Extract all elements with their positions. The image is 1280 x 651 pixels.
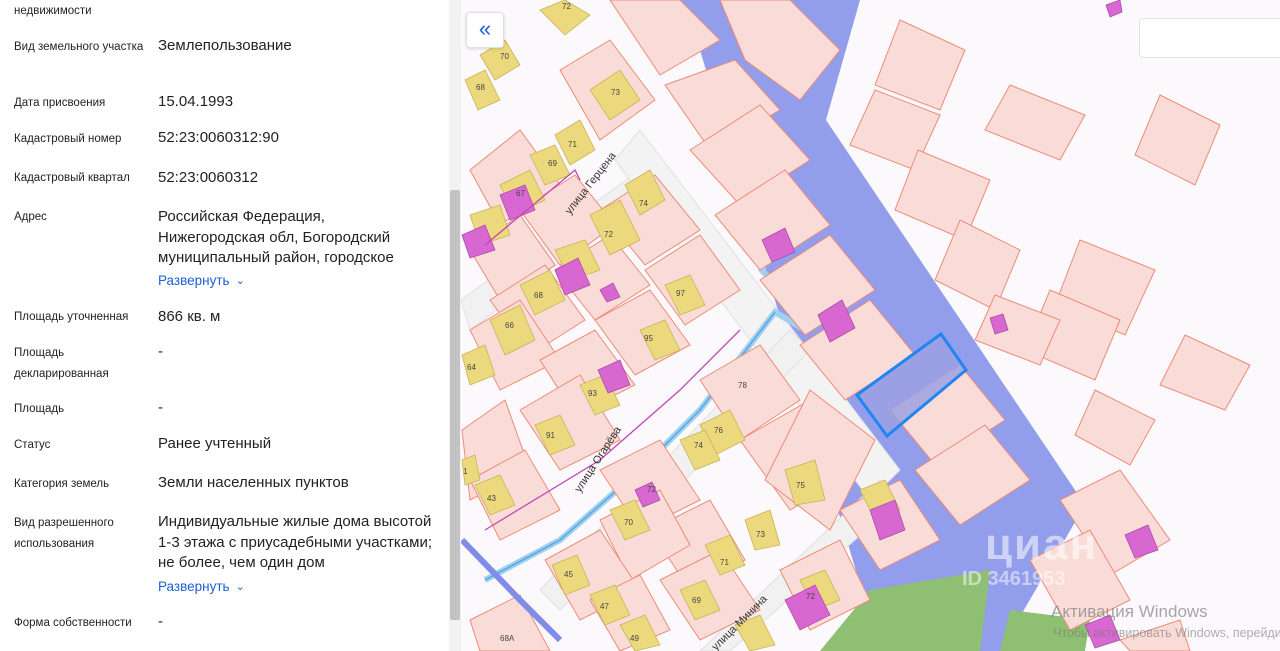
plot-number: 66 [505, 321, 514, 330]
field-label-address: Адрес [14, 211, 47, 223]
windows-activation-subtitle: Чтобы активировать Windows, перейдите [1053, 626, 1280, 640]
plot-number: 73 [611, 88, 620, 97]
field-value-cadastral-quarter: 52:23:0060312 [158, 169, 259, 186]
cadastral-map[interactable]: улица Герцена улица Огарёва улица Минина… [461, 0, 1280, 651]
plot-number: 67 [516, 189, 525, 198]
plot-number: 43 [487, 494, 496, 503]
field-value-ownership: - [158, 613, 163, 630]
field-value-area: - [158, 399, 163, 416]
plot-number: 68А [500, 634, 515, 643]
info-panel: недвижимости Вид земельного участка Земл… [0, 0, 447, 651]
plot-number: 70 [500, 52, 509, 61]
field-label-land-type: Вид земельного участка [14, 41, 144, 53]
plot-number: 49 [630, 634, 639, 643]
field-value-cadastral-number: 52:23:0060312:90 [158, 129, 279, 146]
plot-number: 68 [534, 291, 543, 300]
map-canvas[interactable]: улица Герцена улица Огарёва улица Минина… [461, 0, 1280, 651]
plot-number: 68 [476, 83, 485, 92]
plot-number: 74 [639, 199, 648, 208]
plot-number: 72 [604, 230, 613, 239]
field-label-assign-date: Дата присвоения [14, 97, 106, 109]
cian-watermark-logo: циан [985, 520, 1099, 569]
field-value-assign-date: 15.04.1993 [158, 93, 234, 110]
field-label-status: Статус [14, 439, 51, 451]
plot-number: 71 [720, 558, 729, 567]
plot-number: 74 [694, 441, 703, 450]
plot-number: 47 [600, 602, 609, 611]
plot-number: 64 [467, 363, 476, 372]
cian-watermark-id: ID 3461953 [962, 568, 1066, 590]
field-label-cadastral-number: Кадастровый номер [14, 133, 122, 145]
field-value-area-precise: 866 кв. м [158, 308, 221, 325]
permitted-use-expand-label: Развернуть [158, 579, 230, 594]
plot-number: 91 [546, 431, 555, 440]
double-chevron-left-icon: « [478, 16, 492, 41]
plot-number: 69 [692, 596, 701, 605]
plot-number: 93 [588, 389, 597, 398]
field-value-permitted-use: Индивидуальные жилые дома высотой 1-3 эт… [158, 513, 433, 571]
plot-number: 45 [564, 570, 573, 579]
chevron-down-icon: ⌄ [235, 581, 245, 593]
field-label-land-category: Категория земель [14, 478, 110, 490]
field-label-permitted-use: Вид разрешенного использования [14, 517, 114, 550]
plot-number: 72 [647, 485, 656, 494]
plot-number: 73 [756, 530, 765, 539]
field-label-top-cut: недвижимости [14, 5, 92, 17]
field-label-ownership: Форма собственности [14, 617, 132, 629]
collapse-panel-button[interactable]: « [466, 12, 504, 48]
field-value-land-category: Земли населенных пунктов [158, 474, 349, 491]
plot-number: 72 [562, 2, 571, 11]
plot-number: 97 [676, 289, 685, 298]
permitted-use-expand-link[interactable]: Развернуть ⌄ [158, 579, 245, 594]
plot-number: 75 [796, 481, 805, 490]
windows-activation-title: Активация Windows [1051, 602, 1208, 621]
field-label-area: Площадь [14, 403, 65, 415]
field-label-area-declared: Площадь декларированная [14, 347, 109, 380]
plot-number: 76 [714, 426, 723, 435]
field-value-land-type: Землепользование [158, 37, 292, 54]
field-value-area-declared: - [158, 343, 163, 360]
field-value-address: Российская Федерация, Нижегородская обл,… [158, 208, 394, 266]
plot-number: 72 [806, 592, 815, 601]
field-value-status: Ранее учтенный [158, 435, 272, 452]
plot-number: 71 [568, 140, 577, 149]
map-search-box[interactable] [1139, 18, 1280, 58]
plot-number: 95 [644, 334, 653, 343]
plot-number: 69 [548, 159, 557, 168]
address-expand-link[interactable]: Развернуть ⌄ [158, 273, 245, 288]
chevron-down-icon: ⌄ [235, 275, 245, 287]
field-label-area-precise: Площадь уточненная [14, 311, 129, 323]
field-label-cadastral-quarter: Кадастровый квартал [14, 172, 130, 184]
plot-number: 70 [624, 518, 633, 527]
plot-number: 78 [738, 381, 747, 390]
address-expand-label: Развернуть [158, 273, 230, 288]
plot-number: 1 [463, 467, 468, 476]
panel-scrollbar-thumb[interactable] [450, 190, 460, 620]
